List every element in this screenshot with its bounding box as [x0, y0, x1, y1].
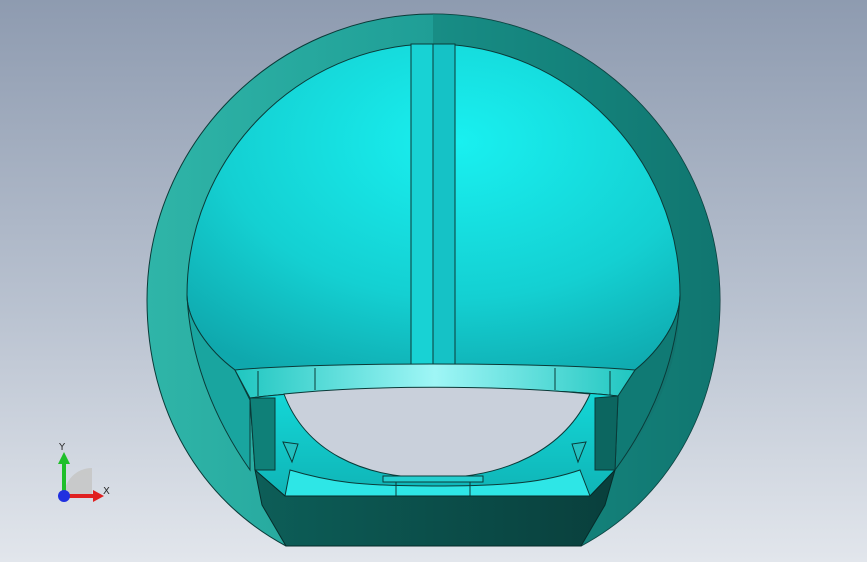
x-axis-label: X — [103, 486, 110, 497]
y-axis-label: Y — [59, 442, 66, 453]
coordinate-triad: Y X — [40, 440, 120, 510]
center-rib-right[interactable] — [432, 43, 456, 371]
z-axis-dot — [58, 490, 70, 502]
cradle-left-side — [249, 397, 276, 471]
3d-model-view[interactable] — [0, 0, 867, 562]
triad-graphic — [58, 452, 104, 502]
center-rib-left[interactable] — [410, 43, 434, 371]
graphics-viewport[interactable]: Y X — [0, 0, 867, 562]
cradle-right-side — [594, 395, 619, 471]
